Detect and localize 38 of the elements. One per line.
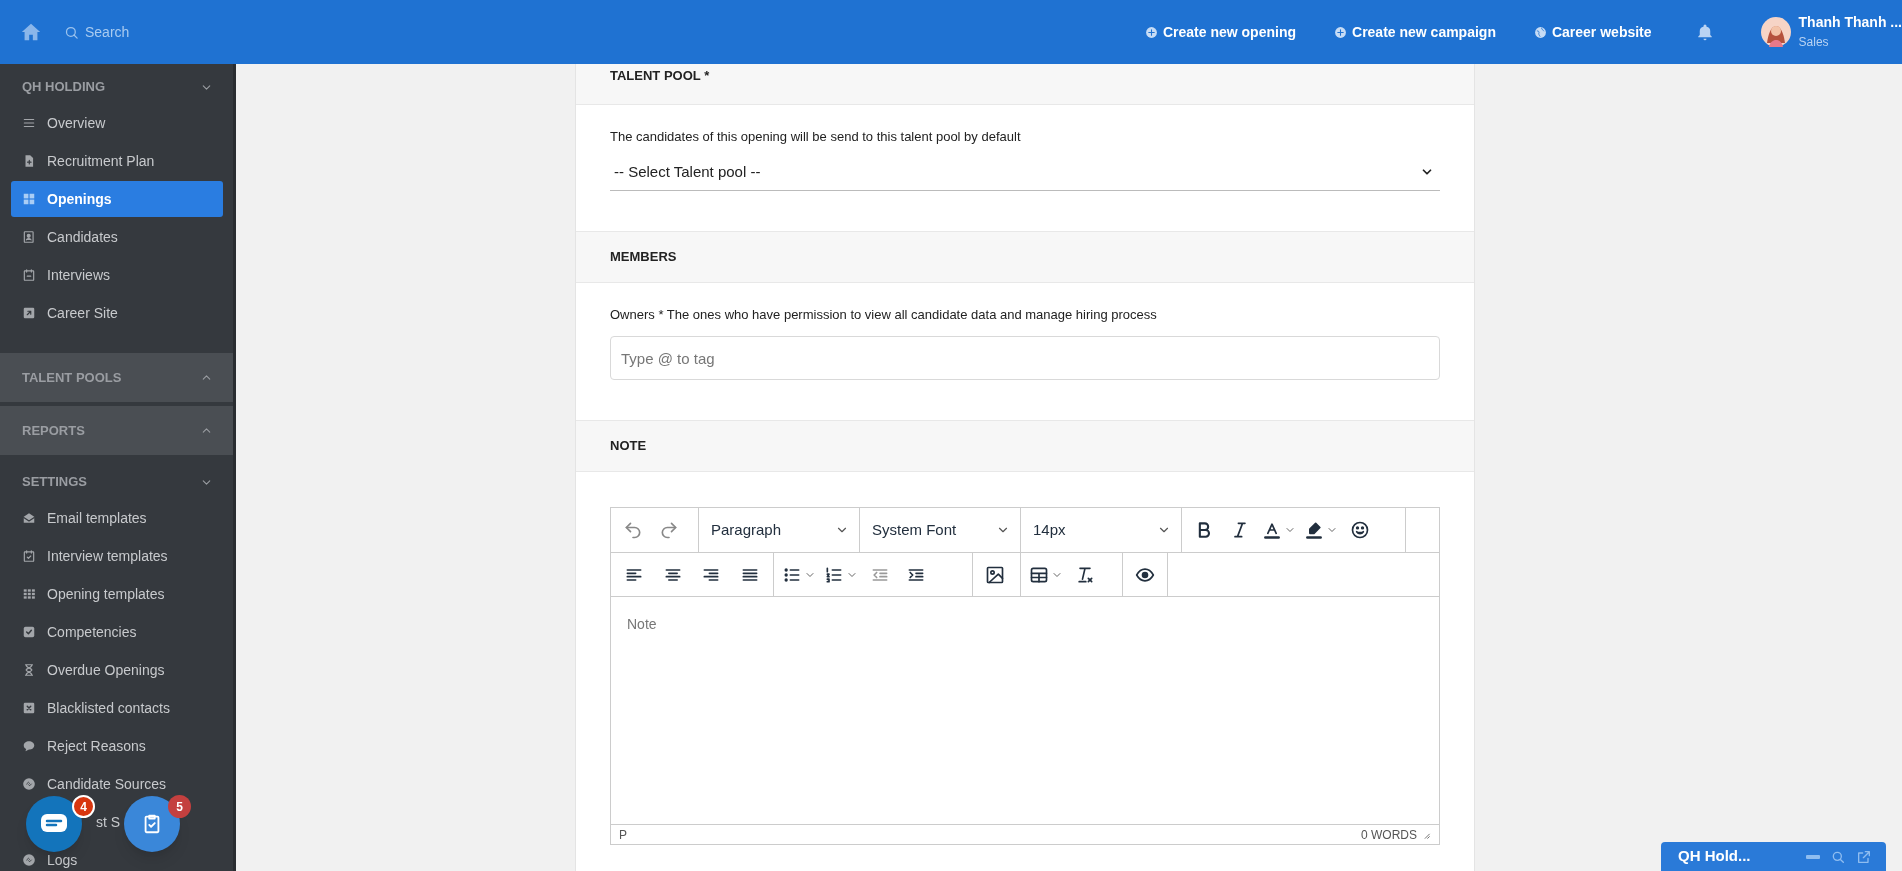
sidebar-item[interactable]: Candidates (11, 228, 223, 246)
search-field[interactable]: Search (85, 21, 205, 43)
sidebar-section-header[interactable]: SETTINGS (0, 465, 233, 499)
section-title: TALENT POOL * (610, 67, 710, 85)
sidebar-item[interactable]: Logs (11, 851, 223, 869)
sidebar-item[interactable]: Openings (11, 181, 223, 217)
chat-widget-title: QH Hold... (1678, 846, 1752, 867)
owners-input-field[interactable]: Type @ to tag (610, 336, 1440, 380)
section-title: MEMBERS (610, 247, 677, 266)
field-label: The candidates of this opening will be send to this talent pool by default (610, 128, 1022, 146)
field-label: Owners * The ones who have permission to view all candidate data and manage hiring process (610, 305, 1158, 324)
note-editor-placeholder[interactable]: Note (627, 614, 687, 635)
sidebar-item[interactable]: Recruitment Plan (11, 152, 223, 170)
sidebar-item[interactable]: Career Site (11, 304, 223, 322)
section-title: NOTE (610, 437, 647, 456)
sidebar-item[interactable]: Competencies (11, 623, 223, 641)
toolbar-dropdown[interactable]: Paragraph (699, 508, 859, 552)
header-link[interactable]: Create new opening (1145, 21, 1296, 43)
header-link[interactable]: Create new campaign (1334, 21, 1496, 43)
element-path[interactable]: P (619, 825, 627, 844)
sidebar-item[interactable]: Candidate Sources (11, 775, 223, 793)
sidebar-item[interactable]: Overdue Openings (11, 661, 223, 679)
sidebar-item[interactable]: Reject Reasons (11, 737, 223, 755)
sidebar-item[interactable]: Interviews (11, 266, 223, 284)
sidebar-section-header[interactable]: QH HOLDING (0, 70, 233, 104)
user-role: Sales (1798, 34, 1830, 50)
toolbar-dropdown[interactable]: System Font (860, 508, 1020, 552)
sidebar-item[interactable]: Interview templates (11, 547, 223, 565)
sidebar-item[interactable]: Overview (11, 114, 223, 132)
header-link[interactable]: Career website (1533, 21, 1652, 43)
sidebar-item[interactable]: Opening templates (11, 585, 223, 603)
sidebar-item[interactable]: Blacklisted contacts (11, 699, 223, 717)
sidebar-item[interactable]: st S (96, 815, 121, 829)
user-name[interactable]: Thanh Thanh ... (1798, 14, 1902, 32)
sidebar-item[interactable]: Email templates (11, 509, 223, 527)
talent-pool-select[interactable]: -- Select Talent pool -- (610, 154, 1440, 191)
word-count: 0 WORDS (1361, 826, 1417, 844)
toolbar-dropdown[interactable]: 14px (1021, 508, 1181, 552)
